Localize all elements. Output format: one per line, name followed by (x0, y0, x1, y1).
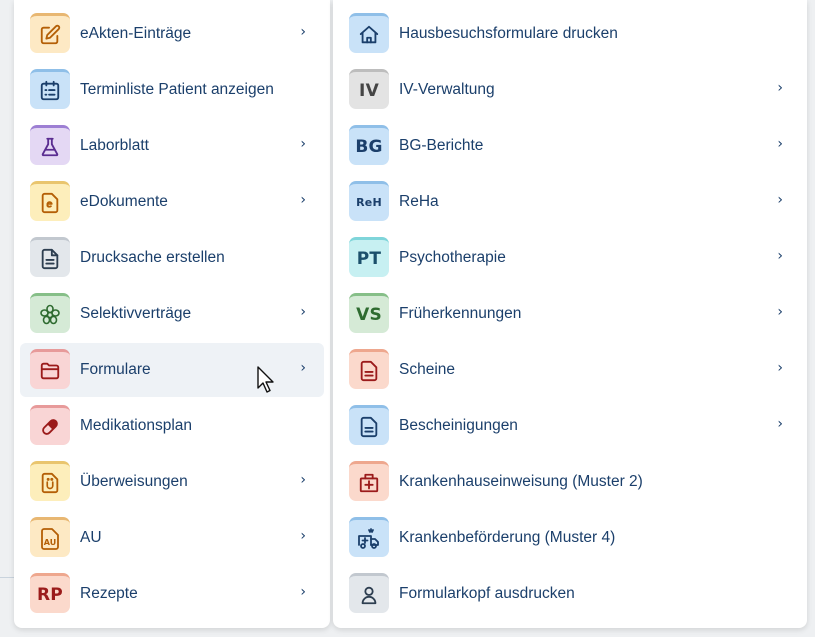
vs-badge-text: VS (356, 304, 382, 325)
iv-badge-icon: IV (349, 69, 389, 109)
chevron-right-icon: › (300, 528, 306, 544)
pt-badge-text: PT (356, 248, 382, 269)
chevron-right-icon: › (300, 360, 306, 376)
chevron-right-icon: › (300, 304, 306, 320)
menu-item-bg-berichte[interactable]: BG BG-Berichte › (339, 119, 801, 173)
menu-item-krankenbefoerderung[interactable]: Krankenbeförderung (Muster 4) (339, 511, 801, 565)
menu-item-ueberweisungen[interactable]: Überweisungen › (20, 455, 324, 509)
background-divider (0, 577, 14, 578)
menu-item-label: Laborblatt (80, 137, 149, 154)
menu-item-eakten-eintraege[interactable]: eAkten-Einträge › (20, 7, 324, 61)
menu-item-label: ReHa (399, 193, 439, 210)
menu-item-krankenhauseinweisung[interactable]: Krankenhauseinweisung (Muster 2) (339, 455, 801, 509)
menu-item-scheine[interactable]: Scheine › (339, 343, 801, 397)
bg-badge-icon: BG (349, 125, 389, 165)
menu-item-label: Psychotherapie (399, 249, 506, 266)
chevron-right-icon: › (300, 584, 306, 600)
edit-icon (30, 13, 70, 53)
reh-badge-text: ReH (356, 196, 382, 209)
chevron-right-icon: › (300, 472, 306, 488)
menu-item-label: Drucksache erstellen (80, 249, 225, 266)
rp-badge-text: RP (37, 584, 63, 605)
left-menu-panel: eAkten-Einträge › Terminliste Patient an… (14, 0, 330, 628)
menu-item-formulare[interactable]: Formulare › (20, 343, 324, 397)
iv-badge-text: IV (359, 80, 379, 101)
mouse-cursor-icon (257, 366, 274, 393)
menu-item-terminliste[interactable]: Terminliste Patient anzeigen (20, 63, 324, 117)
ambulance-icon (349, 517, 389, 557)
right-menu-panel: Hausbesuchsformulare drucken IV IV-Verwa… (333, 0, 807, 628)
menu-item-label: Rezepte (80, 585, 138, 602)
folder-icon (30, 349, 70, 389)
chevron-right-icon: › (777, 360, 783, 376)
menu-item-label: Medikationsplan (80, 417, 193, 434)
menu-item-bescheinigungen[interactable]: Bescheinigungen › (339, 399, 801, 453)
menu-item-label: IV-Verwaltung (399, 81, 495, 98)
flower-icon (30, 293, 70, 333)
menu-item-label: Scheine (399, 361, 456, 378)
reh-badge-icon: ReH (349, 181, 389, 221)
chevron-right-icon: › (300, 24, 306, 40)
menu-item-edokumente[interactable]: eDokumente › (20, 175, 324, 229)
menu-item-label: eAkten-Einträge (80, 25, 192, 42)
pill-icon (30, 405, 70, 445)
menu-item-label: Bescheinigungen (399, 417, 518, 434)
menu-item-label: Formularkopf ausdrucken (399, 585, 575, 602)
rp-badge-icon: RP (30, 573, 70, 613)
menu-item-frueherkennungen[interactable]: VS Früherkennungen › (339, 287, 801, 341)
person-icon (349, 573, 389, 613)
menu-item-formularkopf-ausdrucken[interactable]: Formularkopf ausdrucken (339, 567, 801, 621)
chevron-right-icon: › (300, 192, 306, 208)
vs-badge-icon: VS (349, 293, 389, 333)
document-icon (30, 237, 70, 277)
menu-item-iv-verwaltung[interactable]: IV IV-Verwaltung › (339, 63, 801, 117)
chevron-right-icon: › (777, 304, 783, 320)
menu-item-laborblatt[interactable]: Laborblatt › (20, 119, 324, 173)
menu-item-label: AU (80, 529, 102, 546)
referral-document-icon (30, 461, 70, 501)
chevron-right-icon: › (777, 192, 783, 208)
flask-icon (30, 125, 70, 165)
menu-item-psychotherapie[interactable]: PT Psychotherapie › (339, 231, 801, 285)
chevron-right-icon: › (300, 136, 306, 152)
menu-item-label: Früherkennungen (399, 305, 522, 322)
chevron-right-icon: › (777, 136, 783, 152)
menu-item-label: Krankenbeförderung (Muster 4) (399, 529, 616, 546)
menu-item-label: Überweisungen (80, 473, 188, 490)
document-icon (349, 349, 389, 389)
calendar-list-icon (30, 69, 70, 109)
menu-item-hausbesuchsformulare[interactable]: Hausbesuchsformulare drucken (339, 7, 801, 61)
au-icon-text: AU (44, 538, 56, 547)
menu-item-rezepte[interactable]: RP Rezepte › (20, 567, 324, 621)
bg-badge-text: BG (355, 136, 383, 157)
menu-item-label: Hausbesuchsformulare drucken (399, 25, 618, 42)
menu-item-label: Selektivverträge (80, 305, 192, 322)
pt-badge-icon: PT (349, 237, 389, 277)
house-icon (349, 13, 389, 53)
menu-item-label: eDokumente (80, 193, 168, 210)
menu-item-label: Formulare (80, 361, 151, 378)
e-document-icon (30, 181, 70, 221)
chevron-right-icon: › (777, 416, 783, 432)
menu-item-label: BG-Berichte (399, 137, 484, 154)
chevron-right-icon: › (777, 248, 783, 264)
au-document-icon: AU (30, 517, 70, 557)
hospital-icon (349, 461, 389, 501)
menu-item-label: Terminliste Patient anzeigen (80, 81, 274, 98)
menu-item-selektivvertraege[interactable]: Selektivverträge › (20, 287, 324, 341)
menu-item-reha[interactable]: ReH ReHa › (339, 175, 801, 229)
chevron-right-icon: › (777, 80, 783, 96)
document-icon (349, 405, 389, 445)
menu-item-drucksache-erstellen[interactable]: Drucksache erstellen (20, 231, 324, 285)
menu-item-label: Krankenhauseinweisung (Muster 2) (399, 473, 643, 490)
menu-item-au[interactable]: AU AU › (20, 511, 324, 565)
menu-item-medikationsplan[interactable]: Medikationsplan (20, 399, 324, 453)
